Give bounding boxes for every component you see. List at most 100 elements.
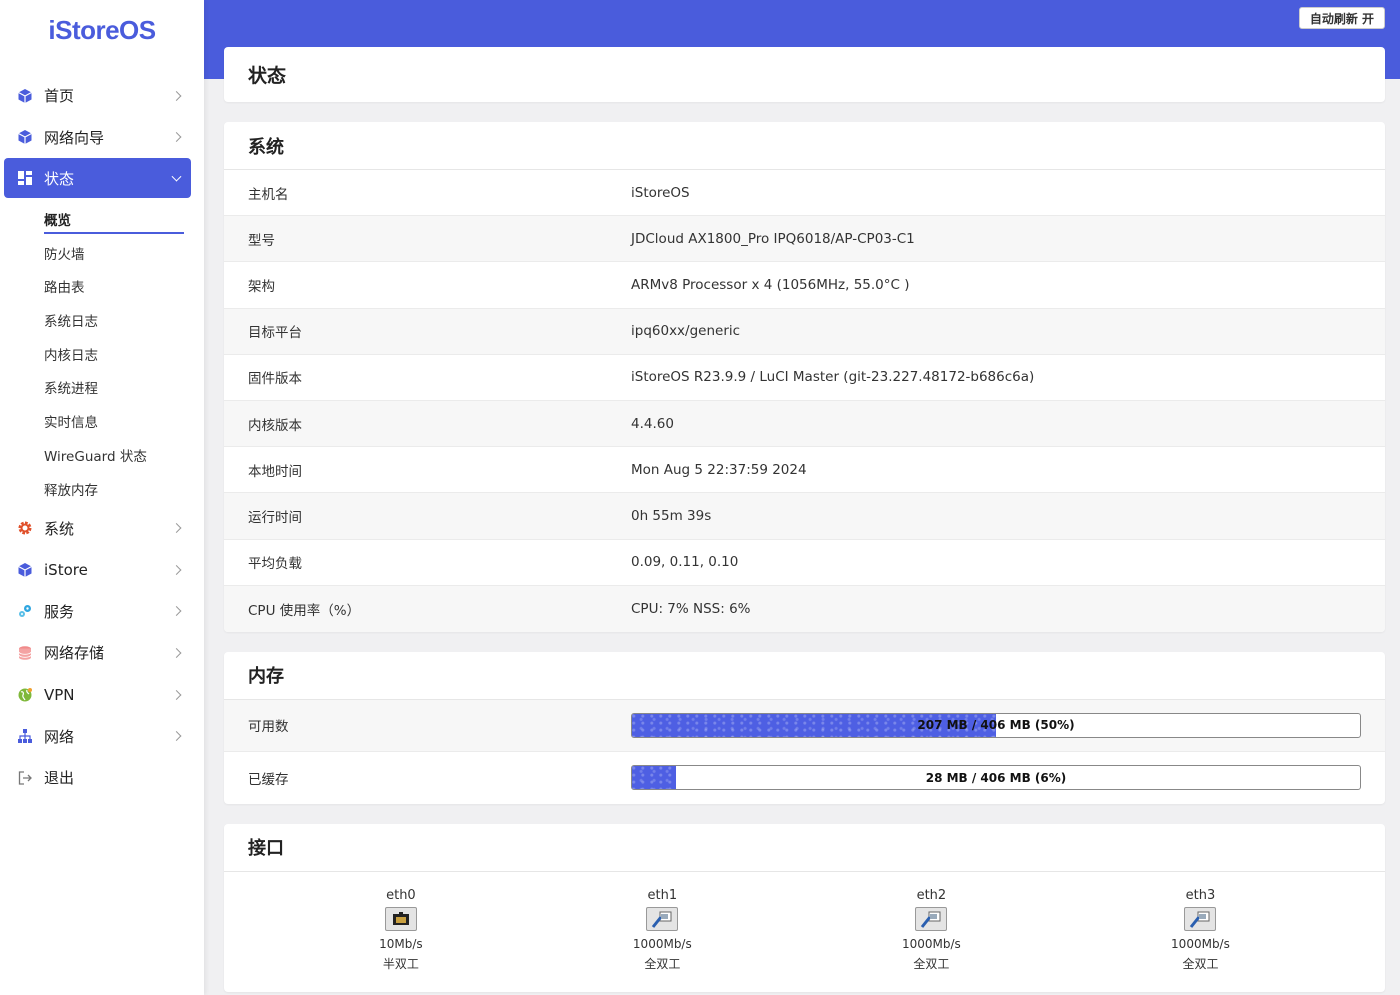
ethernet-connected-icon [915,906,948,931]
interface-item: eth2 1000Mb/s 全双工 [902,888,961,978]
sidebar-item-home[interactable]: 首页 [0,75,204,117]
sidebar-item-label: iStore [44,560,88,579]
interface-duplex: 全双工 [913,956,950,971]
sidebar-item-label: VPN [44,685,75,704]
table-row: 平均负载 0.09, 0.11, 0.10 [224,540,1385,586]
sidebar-item-label: 服务 [44,602,75,621]
sidebar-item-services[interactable]: 服务 [0,591,204,633]
cube-icon [16,128,34,146]
sidebar-item-network[interactable]: 网络 [0,715,204,757]
gears-icon [16,602,34,620]
chevron-right-icon [171,523,182,534]
table-row: CPU 使用率（%） CPU: 7% NSS: 6% [224,585,1385,632]
sidebar-item-label: 状态 [44,169,75,188]
interfaces-list: eth0 10Mb/s 半双工 eth1 1000Mb/s 全双工 eth2 1… [224,872,1385,992]
ethernet-port-icon [384,906,417,931]
progress-text: 28 MB / 406 MB (6%) [925,770,1067,785]
submenu-item-free-memory[interactable]: 释放内存 [0,472,204,506]
row-value: JDCloud AX1800_Pro IPQ6018/AP-CP03-C1 [631,230,915,247]
ethernet-connected-icon [1184,906,1217,931]
sidebar-item-label: 网络 [44,727,75,746]
submenu-item-processes[interactable]: 系统进程 [0,371,204,405]
submenu-item-syslog[interactable]: 系统日志 [0,303,204,337]
interface-duplex: 全双工 [644,956,681,971]
interface-item: eth0 10Mb/s 半双工 [379,888,423,978]
sidebar-item-istore[interactable]: iStore [0,549,204,591]
table-row: 内核版本 4.4.60 [224,400,1385,448]
submenu-item-wireguard[interactable]: WireGuard 状态 [0,438,204,472]
row-key: 主机名 [248,186,289,203]
row-value: Mon Aug 5 22:37:59 2024 [631,461,807,478]
chevron-right-icon [171,731,182,742]
main-content: 状态 系统 主机名 iStoreOS 型号 JDCloud AX1800_Pro I… [224,47,1385,995]
row-key: 型号 [248,232,275,249]
sidebar-item-logout[interactable]: 退出 [0,757,204,799]
sidebar-item-system[interactable]: 系统 [0,507,204,549]
sidebar-item-wizard[interactable]: 网络向导 [0,117,204,159]
submenu-item-realtime[interactable]: 实时信息 [0,404,204,438]
interfaces-section-title: 接口 [224,824,1385,872]
interface-speed: 1000Mb/s [901,936,961,951]
table-row: 主机名 iStoreOS [224,170,1385,217]
table-row: 固件版本 iStoreOS R23.9.9 / LuCI Master (git-… [224,355,1385,401]
row-key: 已缓存 [248,771,289,788]
interfaces-card: 接口 eth0 10Mb/s 半双工 eth1 1000Mb/s 全双工 eth… [224,823,1385,992]
memory-available-bar: 207 MB / 406 MB (50%) [631,712,1361,738]
memory-cached-bar: 28 MB / 406 MB (6%) [631,765,1361,791]
dashboard-icon [16,169,34,187]
submenu-item-routes[interactable]: 路由表 [0,270,204,304]
database-icon [16,644,34,662]
page-title-card: 状态 [224,47,1385,102]
chevron-right-icon [171,648,182,658]
memory-card: 内存 可用数 207 MB / 406 MB (50%) 已缓存 28 MB /… [224,651,1385,804]
row-key: 内核版本 [248,417,302,434]
sidebar: iStoreOS 首页 网络向导 状态 概览 防火墙 路由表 系统日志 内核日志… [0,0,204,995]
row-key: 本地时间 [248,463,302,480]
system-section-title: 系统 [224,122,1385,170]
auto-refresh-button[interactable]: 自动刷新 开 [1298,7,1385,29]
interface-item: eth3 1000Mb/s 全双工 [1171,888,1230,978]
cube-icon [16,561,34,579]
memory-section-title: 内存 [224,652,1385,700]
brand-logo[interactable]: iStoreOS [0,0,204,60]
table-row: 已缓存 28 MB / 406 MB (6%) [224,752,1385,804]
row-value: 0h 55m 39s [631,507,712,524]
sidebar-item-vpn[interactable]: VPN [0,674,204,716]
submenu-item-kernel-log[interactable]: 内核日志 [0,337,204,371]
chevron-right-icon [171,689,182,700]
ethernet-connected-icon [646,906,679,931]
interface-name: eth0 [386,887,416,903]
system-table: 主机名 iStoreOS 型号 JDCloud AX1800_Pro IPQ6018… [224,170,1385,632]
submenu-item-firewall[interactable]: 防火墙 [0,236,204,270]
row-value: ARMv8 Processor x 4 (1056MHz, 55.0°C ) [631,276,910,293]
sidebar-item-status[interactable]: 状态 [4,158,191,199]
row-value: CPU: 7% NSS: 6% [631,600,751,617]
sidebar-item-label: 网络向导 [44,128,105,147]
chevron-down-icon [171,171,182,182]
chevron-right-icon [171,90,182,101]
sidebar-item-label: 系统 [44,519,75,538]
progress-text: 207 MB / 406 MB (50%) [917,718,1075,733]
interface-item: eth1 1000Mb/s 全双工 [633,888,692,978]
interface-speed: 1000Mb/s [1171,936,1230,951]
chevron-right-icon [171,132,182,143]
interface-duplex: 半双工 [382,956,419,971]
row-key: 可用数 [248,719,289,736]
interface-duplex: 全双工 [1182,956,1219,971]
interface-name: eth2 [916,887,947,903]
sidebar-item-label: 网络存储 [44,644,105,663]
table-row: 可用数 207 MB / 406 MB (50%) [224,699,1385,752]
table-row: 运行时间 0h 55m 39s [224,493,1385,540]
interface-name: eth3 [1185,887,1216,903]
row-value: iStoreOS [631,184,690,201]
table-row: 目标平台 ipq60xx/generic [224,308,1385,355]
sidebar-item-nas[interactable]: 网络存储 [0,632,204,674]
submenu-item-overview[interactable]: 概览 [0,202,204,236]
row-key: 目标平台 [248,325,302,342]
system-card: 系统 主机名 iStoreOS 型号 JDCloud AX1800_Pro IPQ6… [224,122,1385,632]
row-value: 0.09, 0.11, 0.10 [631,554,739,571]
row-key: 固件版本 [248,371,302,388]
sidebar-menu: 首页 网络向导 状态 概览 防火墙 路由表 系统日志 内核日志 系统进程 实时信… [0,75,204,799]
network-tree-icon [16,727,34,745]
row-key: CPU 使用率（%） [248,602,361,619]
